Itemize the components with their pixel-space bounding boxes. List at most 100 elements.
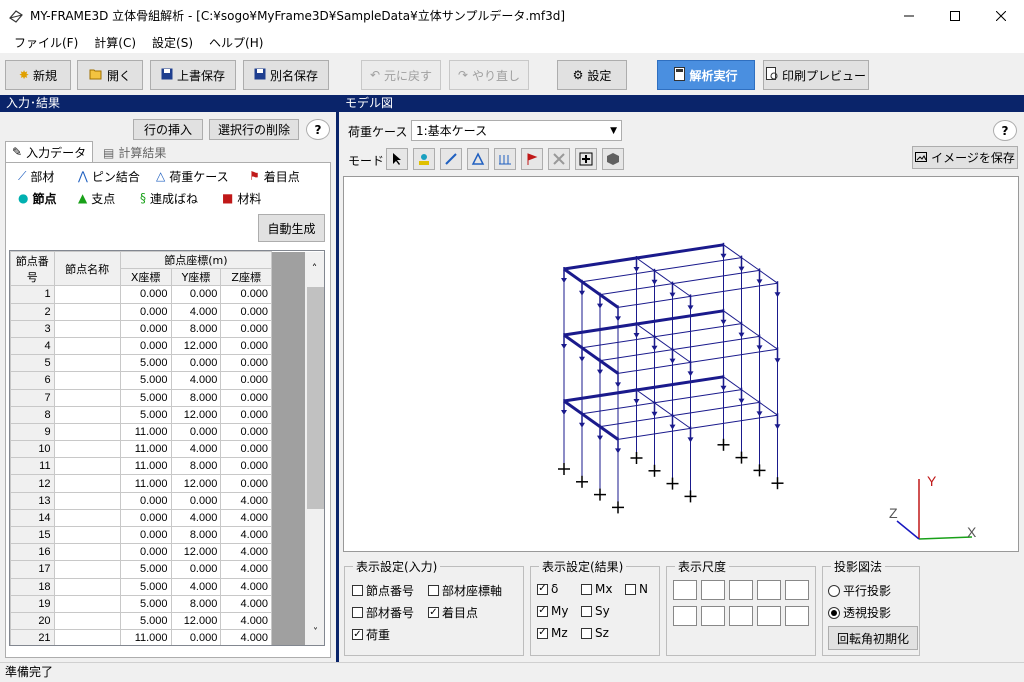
checkbox-load[interactable]: ✓ 荷重 [352, 626, 390, 643]
menu-file[interactable]: ファイル(F) [6, 34, 86, 51]
undo-button[interactable]: ↶ 元に戻す [361, 60, 441, 90]
row-number[interactable]: 19 [10, 594, 55, 613]
table-row[interactable]: 15 0.000 8.000 4.000 [10, 525, 324, 545]
y-coord-cell[interactable]: 8.000 [170, 525, 222, 545]
scrollbar-track[interactable] [305, 543, 324, 561]
node-name-cell[interactable] [53, 405, 121, 424]
row-number[interactable]: 15 [10, 525, 55, 545]
table-row[interactable]: 3 0.000 8.000 0.000 [10, 319, 324, 338]
row-number[interactable]: 11 [10, 457, 55, 476]
row-number[interactable]: 5 [10, 354, 55, 373]
z-coord-cell[interactable]: 4.000 [220, 629, 273, 645]
z-coord-cell[interactable]: 4.000 [220, 560, 273, 579]
table-row[interactable]: 4 0.000 12.000 0.000 [10, 336, 324, 356]
z-coord-cell[interactable]: 0.000 [220, 285, 273, 304]
scrollbar-track[interactable] [305, 509, 324, 527]
y-coord-cell[interactable]: 0.000 [170, 560, 222, 579]
checkbox-n[interactable]: N [625, 582, 648, 596]
node-name-cell[interactable] [53, 319, 121, 338]
x-coord-cell[interactable]: 11.000 [119, 457, 172, 476]
table-row[interactable]: 19 5.000 8.000 4.000 [10, 594, 324, 613]
z-coord-cell[interactable]: 4.000 [220, 611, 273, 631]
row-number[interactable]: 4 [10, 336, 55, 356]
tab-calc-results[interactable]: ▤ 計算結果 [97, 143, 172, 162]
x-coord-cell[interactable]: 0.000 [119, 543, 172, 562]
x-coord-cell[interactable]: 5.000 [119, 611, 172, 631]
y-coord-cell[interactable]: 0.000 [170, 285, 222, 304]
row-number[interactable]: 10 [10, 440, 55, 459]
print-preview-button[interactable]: 印刷プレビュー [763, 60, 869, 90]
rotate-view-icon[interactable] [602, 148, 624, 170]
row-number[interactable]: 18 [10, 577, 55, 596]
y-coord-cell[interactable]: 12.000 [170, 405, 222, 424]
x-coord-cell[interactable]: 11.000 [119, 440, 172, 459]
minimize-button[interactable] [886, 0, 932, 31]
open-button[interactable]: 開く [77, 60, 143, 90]
row-number[interactable]: 13 [10, 491, 55, 510]
table-row[interactable]: 6 5.000 4.000 0.000 [10, 371, 324, 390]
subtab-material[interactable]: ■ 材料 [218, 188, 265, 208]
node-name-cell[interactable] [53, 629, 121, 645]
y-coord-cell[interactable]: 8.000 [170, 457, 222, 476]
scale-my-up-icon[interactable] [701, 580, 725, 600]
run-analysis-button[interactable]: 解析実行 [657, 60, 755, 90]
node-name-cell[interactable] [53, 491, 121, 510]
add-node-icon[interactable] [575, 148, 597, 170]
node-name-cell[interactable] [53, 611, 121, 631]
reset-rotation-button[interactable]: 回転角初期化 [828, 626, 918, 650]
z-coord-cell[interactable]: 0.000 [220, 440, 273, 459]
table-row[interactable]: 11 11.000 8.000 0.000 [10, 457, 324, 476]
subtab-load-case[interactable]: △ 荷重ケース [152, 166, 233, 186]
select-cursor-icon[interactable] [386, 148, 408, 170]
scrollbar-track[interactable] [305, 595, 324, 613]
x-coord-cell[interactable]: 5.000 [119, 560, 172, 579]
y-coord-cell[interactable]: 4.000 [170, 508, 222, 528]
x-coord-cell[interactable]: 0.000 [119, 336, 172, 356]
y-coord-cell[interactable]: 12.000 [170, 336, 222, 356]
table-row[interactable]: 1 0.000 0.000 0.000 [10, 285, 324, 304]
focus-point-icon[interactable] [521, 148, 543, 170]
subtab-spring[interactable]: § 連成ばね [136, 188, 202, 208]
model-canvas[interactable]: Y X Z [343, 176, 1019, 552]
redo-button[interactable]: ↷ やり直し [449, 60, 529, 90]
table-row[interactable]: 12 11.000 12.000 0.000 [10, 474, 324, 493]
node-name-cell[interactable] [53, 560, 121, 579]
y-coord-cell[interactable]: 0.000 [170, 422, 222, 442]
y-coord-cell[interactable]: 12.000 [170, 611, 222, 631]
table-row[interactable]: 17 5.000 0.000 4.000 [10, 560, 324, 579]
subtab-support[interactable]: ▲ 支点 [74, 188, 119, 208]
auto-generate-button[interactable]: 自動生成 [258, 214, 325, 242]
row-number[interactable]: 16 [10, 543, 55, 562]
scale-s-up-icon[interactable] [785, 580, 809, 600]
node-name-cell[interactable] [53, 302, 121, 321]
x-coord-cell[interactable]: 0.000 [119, 319, 172, 338]
save-as-button[interactable]: 別名保存 [243, 60, 329, 90]
x-coord-cell[interactable]: 5.000 [119, 594, 172, 613]
x-coord-cell[interactable]: 11.000 [119, 474, 172, 493]
z-coord-cell[interactable]: 0.000 [220, 474, 273, 493]
scale-mz-up-icon[interactable] [729, 580, 753, 600]
y-coord-cell[interactable]: 12.000 [170, 543, 222, 562]
table-row[interactable]: 10 11.000 4.000 0.000 [10, 440, 324, 459]
table-row[interactable]: 13 0.000 0.000 4.000 [10, 491, 324, 510]
menu-help[interactable]: ヘルプ(H) [201, 34, 271, 51]
y-coord-cell[interactable]: 8.000 [170, 319, 222, 338]
maximize-button[interactable] [932, 0, 978, 31]
x-coord-cell[interactable]: 11.000 [119, 422, 172, 442]
scale-n-up-icon[interactable] [757, 580, 781, 600]
scale-mz-down-icon[interactable] [729, 606, 753, 626]
subtab-member[interactable]: ⟋ 部材 [14, 166, 58, 186]
row-number[interactable]: 3 [10, 319, 55, 338]
scale-deform-down-icon[interactable] [673, 606, 697, 626]
save-image-button[interactable]: イメージを保存 [912, 146, 1018, 169]
table-row[interactable]: 2 0.000 4.000 0.000 [10, 302, 324, 321]
node-name-cell[interactable] [53, 371, 121, 390]
save-button[interactable]: 上書保存 [150, 60, 236, 90]
close-button[interactable] [978, 0, 1024, 31]
x-coord-cell[interactable]: 5.000 [119, 354, 172, 373]
menu-calc[interactable]: 計算(C) [86, 34, 144, 51]
row-number[interactable]: 2 [10, 302, 55, 321]
table-row[interactable]: 18 5.000 4.000 4.000 [10, 577, 324, 596]
y-coord-cell[interactable]: 0.000 [170, 629, 222, 645]
x-coord-cell[interactable]: 5.000 [119, 371, 172, 390]
